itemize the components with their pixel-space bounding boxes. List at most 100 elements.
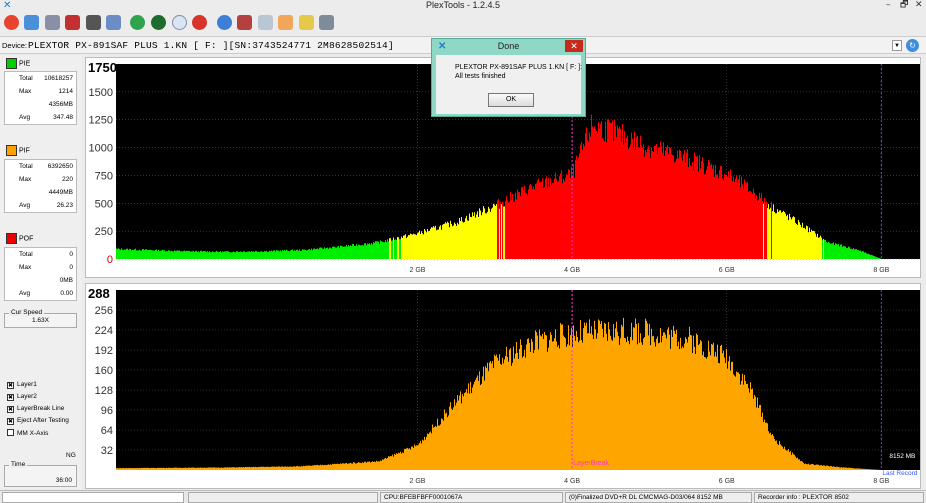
device-select[interactable]: PLEXTOR PX-891SAF PLUS 1.KN [ F: ][SN:37… bbox=[28, 40, 394, 51]
close-button[interactable]: ✕ bbox=[915, 0, 923, 11]
data-bar bbox=[583, 328, 584, 470]
data-bar bbox=[408, 448, 409, 470]
stop-icon[interactable] bbox=[192, 15, 207, 30]
data-bar bbox=[553, 182, 554, 259]
data-bar bbox=[280, 466, 281, 470]
data-bar bbox=[347, 463, 348, 470]
scan-icon[interactable] bbox=[237, 15, 252, 30]
data-bar bbox=[263, 251, 264, 259]
data-bar bbox=[579, 340, 580, 470]
layer2-checkbox[interactable]: ✖ Layer2 bbox=[7, 393, 37, 401]
power-icon[interactable] bbox=[4, 15, 19, 30]
data-bar bbox=[385, 457, 386, 470]
data-bar bbox=[534, 350, 535, 470]
data-bar bbox=[591, 114, 592, 259]
data-bar bbox=[653, 151, 654, 259]
data-bar bbox=[471, 217, 472, 259]
data-bar bbox=[801, 461, 802, 470]
data-bar bbox=[794, 454, 795, 470]
data-bar bbox=[384, 458, 385, 470]
refresh-device-icon[interactable]: ↻ bbox=[906, 39, 919, 52]
data-bar bbox=[764, 197, 765, 259]
record-icon[interactable] bbox=[217, 15, 232, 30]
data-bar bbox=[615, 126, 616, 259]
data-bar bbox=[372, 461, 373, 470]
data-bar bbox=[730, 370, 731, 470]
data-bar bbox=[443, 420, 444, 470]
layers-icon[interactable] bbox=[106, 15, 121, 30]
data-bar bbox=[381, 460, 382, 470]
eject-after-testing-checkbox[interactable]: ✖ Eject After Testing bbox=[7, 417, 69, 425]
hand-icon[interactable] bbox=[278, 15, 293, 30]
save-icon[interactable] bbox=[319, 15, 334, 30]
data-bar bbox=[593, 339, 594, 470]
edit-icon[interactable] bbox=[299, 15, 314, 30]
data-bar bbox=[502, 201, 503, 259]
data-bar bbox=[870, 255, 871, 259]
data-bar bbox=[154, 468, 155, 470]
data-bar bbox=[245, 252, 246, 259]
data-bar bbox=[874, 469, 875, 470]
data-bar bbox=[456, 225, 457, 259]
data-bar bbox=[250, 467, 251, 470]
data-bar bbox=[291, 249, 292, 259]
data-bar bbox=[835, 467, 836, 470]
test-icon[interactable] bbox=[151, 15, 166, 30]
data-bar bbox=[324, 247, 325, 259]
x-tick-label: 2 GB bbox=[410, 478, 426, 485]
data-bar bbox=[703, 351, 704, 470]
data-bar bbox=[270, 466, 271, 470]
disc-icon[interactable] bbox=[86, 15, 101, 30]
tools-icon[interactable] bbox=[24, 15, 39, 30]
data-bar bbox=[534, 189, 535, 259]
refresh-icon[interactable] bbox=[130, 15, 145, 30]
data-bar bbox=[471, 393, 472, 470]
data-bar bbox=[806, 464, 807, 470]
data-bar bbox=[118, 468, 119, 470]
data-bar bbox=[457, 395, 458, 470]
data-bar bbox=[724, 357, 725, 470]
data-bar bbox=[355, 463, 356, 470]
data-bar bbox=[262, 251, 263, 259]
data-bar bbox=[516, 199, 517, 259]
data-bar bbox=[666, 147, 667, 259]
data-bar bbox=[352, 244, 353, 259]
status-bar: CPU:BFEBFBFF0001067A (0)Finalized DVD+R … bbox=[0, 490, 926, 503]
data-bar bbox=[770, 432, 771, 470]
data-bar bbox=[837, 466, 838, 470]
data-bar bbox=[211, 467, 212, 470]
data-bar bbox=[141, 250, 142, 259]
data-bar bbox=[399, 453, 400, 470]
data-bar bbox=[654, 146, 655, 259]
device-dropdown-button[interactable]: ▼ bbox=[892, 40, 902, 51]
data-bar bbox=[482, 376, 483, 470]
minimize-button[interactable]: – bbox=[886, 0, 891, 11]
dialog-close-button[interactable]: ✕ bbox=[565, 40, 583, 52]
eject-disc-icon[interactable] bbox=[65, 15, 80, 30]
layerbreak-line-checkbox[interactable]: ✖ LayerBreak Line bbox=[7, 405, 64, 413]
data-bar bbox=[603, 337, 604, 470]
print-icon[interactable] bbox=[258, 15, 273, 30]
data-bar bbox=[278, 466, 279, 470]
data-bar bbox=[641, 342, 642, 470]
data-bar bbox=[461, 403, 462, 470]
data-bar bbox=[178, 250, 179, 259]
data-bar bbox=[844, 246, 845, 259]
data-bar bbox=[310, 250, 311, 259]
data-bar bbox=[755, 396, 756, 470]
data-bar bbox=[702, 355, 703, 470]
settings-icon[interactable] bbox=[172, 15, 187, 30]
data-bar bbox=[587, 140, 588, 259]
data-bar bbox=[161, 250, 162, 259]
data-bar bbox=[839, 467, 840, 470]
data-bar bbox=[286, 466, 287, 470]
data-bar bbox=[143, 467, 144, 470]
layer1-checkbox[interactable]: ✖ Layer1 bbox=[7, 381, 37, 389]
drive-icon[interactable] bbox=[45, 15, 60, 30]
data-bar bbox=[437, 229, 438, 259]
restore-button[interactable]: 🗗 bbox=[900, 0, 908, 11]
ok-button[interactable]: OK bbox=[488, 93, 534, 107]
data-bar bbox=[272, 251, 273, 259]
mm-x-axis-checkbox[interactable]: MM X-Axis bbox=[7, 429, 48, 437]
data-bar bbox=[125, 249, 126, 259]
